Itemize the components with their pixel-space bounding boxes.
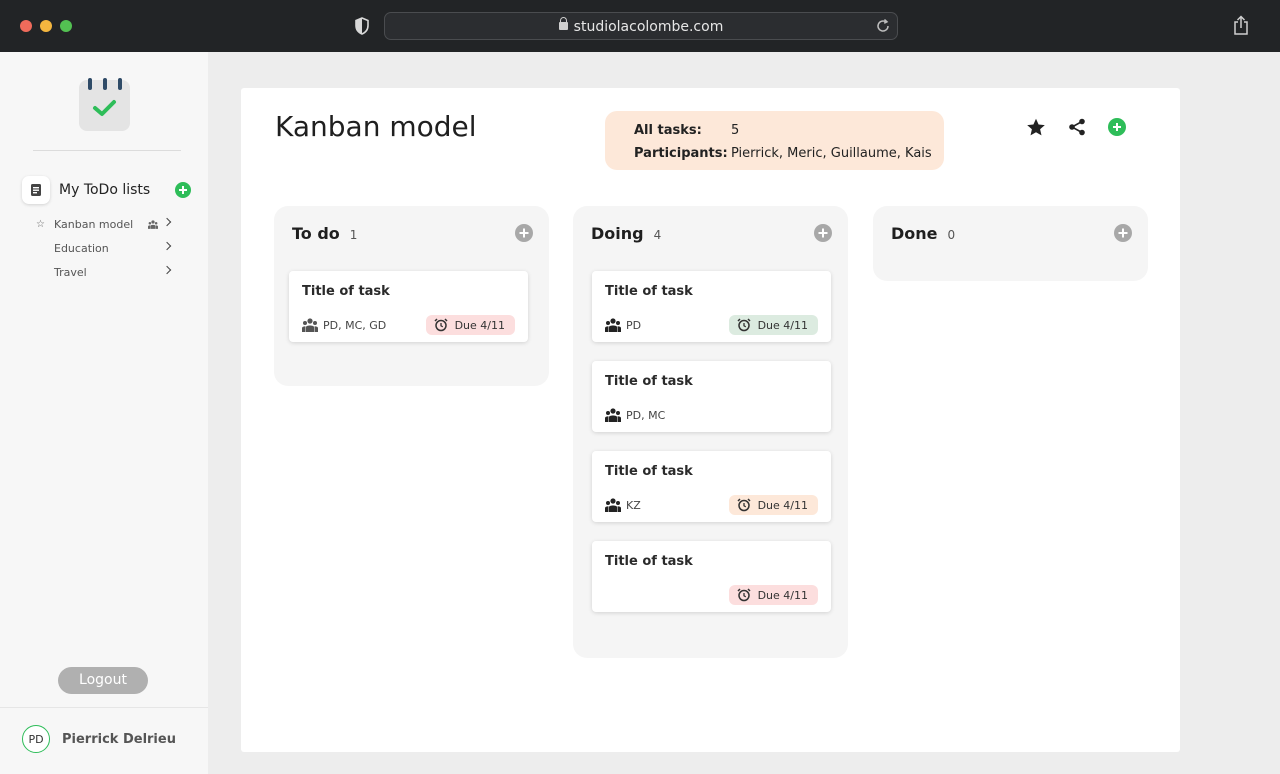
column-count: 4 — [653, 228, 662, 242]
sidebar: My ToDo lists ☆ Kanban model Education T… — [0, 52, 208, 774]
column-name: To do — [292, 224, 340, 243]
column-count: 0 — [947, 228, 956, 242]
assignees-text: PD, MC — [626, 408, 666, 422]
sidebar-item-label: Travel — [54, 265, 87, 279]
participants-value: Pierrick, Meric, Guillaume, Kais — [731, 146, 932, 161]
address-bar[interactable]: studiolacolombe.com — [384, 12, 898, 40]
task-assignees: PD, MC — [605, 408, 665, 422]
sidebar-item-kanban-model[interactable]: ☆ Kanban model — [36, 215, 176, 233]
user-profile[interactable]: PD Pierrick Delrieu — [22, 725, 176, 753]
star-icon[interactable]: ☆ — [36, 219, 48, 230]
share-icon[interactable] — [1232, 15, 1250, 35]
people-icon — [148, 219, 159, 229]
reload-icon[interactable] — [875, 18, 891, 34]
due-text: Due 4/11 — [757, 318, 808, 332]
alarm-clock-icon — [737, 318, 751, 332]
task-card[interactable]: Title of task KZ Due 4/11 — [592, 451, 831, 522]
due-text: Due 4/11 — [454, 318, 505, 332]
alarm-clock-icon — [737, 498, 751, 512]
chevron-right-icon — [162, 241, 172, 251]
chevron-right-icon — [162, 265, 172, 275]
document-icon — [22, 176, 50, 204]
add-task-button[interactable] — [1108, 118, 1126, 136]
column-name: Doing — [591, 224, 644, 243]
task-card[interactable]: Title of task PD Due 4/11 — [592, 271, 831, 342]
column-name: Done — [891, 224, 938, 243]
people-icon — [605, 408, 621, 422]
sidebar-item-travel[interactable]: Travel — [36, 263, 176, 281]
participants-label: Participants: — [634, 146, 728, 161]
people-icon — [605, 498, 621, 512]
alarm-clock-icon — [434, 318, 448, 332]
share-icon[interactable] — [1066, 116, 1088, 138]
add-card-button[interactable] — [515, 224, 533, 242]
due-badge: Due 4/11 — [728, 315, 818, 335]
task-card[interactable]: Title of task Due 4/11 — [592, 541, 831, 612]
task-title: Title of task — [605, 374, 693, 389]
lock-icon — [558, 17, 568, 30]
assignees-text: PD, MC, GD — [323, 318, 387, 332]
sidebar-item-label: Education — [54, 241, 109, 255]
due-text: Due 4/11 — [757, 588, 808, 602]
avatar: PD — [22, 725, 50, 753]
chevron-right-icon — [162, 217, 172, 227]
task-assignees: PD — [605, 318, 641, 332]
task-card[interactable]: Title of task PD, MC — [592, 361, 831, 432]
browser-toolbar: studiolacolombe.com — [0, 0, 1280, 52]
all-tasks-label: All tasks: — [634, 123, 702, 138]
minimize-window-button[interactable] — [40, 20, 52, 32]
sidebar-item-education[interactable]: Education — [36, 239, 176, 257]
column-done: Done 0 — [873, 206, 1148, 281]
column-count: 1 — [349, 228, 358, 242]
divider — [0, 707, 208, 708]
assignees-text: KZ — [626, 498, 641, 512]
calendar-check-icon — [79, 78, 130, 131]
assignees-text: PD — [626, 318, 642, 332]
add-card-button[interactable] — [1114, 224, 1132, 242]
add-list-button[interactable] — [175, 182, 191, 198]
board-info-box: All tasks: 5 Participants: Pierrick, Mer… — [605, 111, 944, 170]
task-title: Title of task — [605, 554, 693, 569]
task-assignees: PD, MC, GD — [302, 318, 386, 332]
task-title: Title of task — [605, 464, 693, 479]
due-badge: Due 4/11 — [728, 495, 818, 515]
column-doing: Doing 4 Title of task PD Due 4/11 Title … — [573, 206, 848, 658]
divider — [33, 150, 181, 151]
sidebar-item-label: Kanban model — [54, 217, 134, 231]
due-text: Due 4/11 — [757, 498, 808, 512]
shield-icon[interactable] — [354, 17, 370, 35]
close-window-button[interactable] — [20, 20, 32, 32]
todo-lists-header: My ToDo lists — [22, 176, 150, 204]
user-name: Pierrick Delrieu — [62, 731, 176, 747]
star-icon[interactable] — [1025, 116, 1047, 138]
due-badge: Due 4/11 — [728, 585, 818, 605]
maximize-window-button[interactable] — [60, 20, 72, 32]
task-card[interactable]: Title of task PD, MC, GD Due 4/11 — [289, 271, 528, 342]
todo-lists-title: My ToDo lists — [59, 182, 151, 198]
task-title: Title of task — [605, 284, 693, 299]
people-icon — [605, 318, 621, 332]
logout-button[interactable]: Logout — [58, 667, 148, 694]
page-title: Kanban model — [275, 110, 477, 143]
all-tasks-value: 5 — [731, 123, 740, 138]
task-assignees: KZ — [605, 498, 641, 512]
due-badge: Due 4/11 — [425, 315, 515, 335]
people-icon — [302, 318, 318, 332]
add-card-button[interactable] — [814, 224, 832, 242]
column-to-do: To do 1 Title of task PD, MC, GD Due 4/1… — [274, 206, 549, 386]
url-text: studiolacolombe.com — [573, 19, 724, 35]
board-panel: Kanban model All tasks: 5 Participants: … — [241, 88, 1180, 752]
task-title: Title of task — [302, 284, 390, 299]
alarm-clock-icon — [737, 588, 751, 602]
